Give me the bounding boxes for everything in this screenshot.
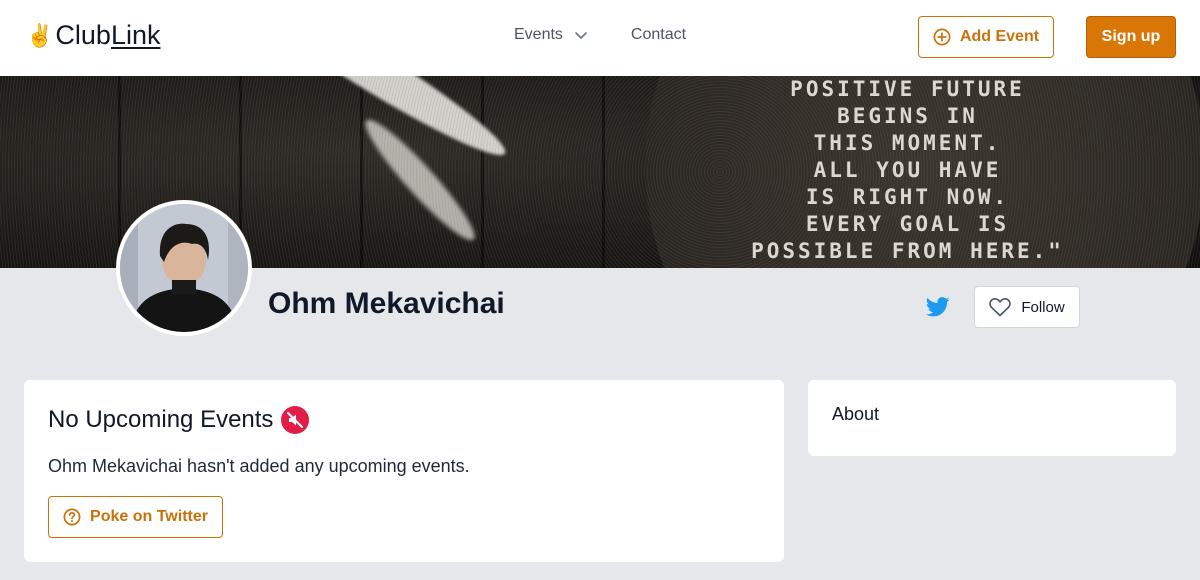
banner-quote: POSITIVE FUTURE BEGINS IN THIS MOMENT. A… — [735, 76, 1080, 265]
profile-avatar — [116, 200, 252, 336]
logo-text-link: Link — [110, 20, 161, 50]
profile-name: Ohm Mekavichai — [268, 287, 505, 320]
quote-line: POSITIVE FUTURE — [790, 77, 1025, 101]
events-card-title: No Upcoming Events — [48, 406, 310, 434]
heart-icon — [989, 298, 1012, 317]
poke-on-twitter-button[interactable]: Poke on Twitter — [48, 496, 223, 538]
muted-speaker-icon — [281, 406, 310, 434]
about-title: About — [832, 404, 880, 424]
question-circle-icon — [63, 508, 81, 526]
logo-text-club: Club — [55, 20, 111, 50]
chevron-down-icon — [575, 32, 587, 39]
sign-up-button[interactable]: Sign up — [1086, 16, 1176, 58]
quote-line: IS RIGHT NOW. — [805, 185, 1010, 209]
top-navigation-bar: ✌ Club Link Events Contact Add Event Sign… — [0, 0, 1200, 76]
victory-hand-icon: ✌ — [26, 22, 54, 48]
poke-label: Poke on Twitter — [90, 508, 208, 525]
add-event-label: Add Event — [959, 28, 1040, 45]
follow-button[interactable]: Follow — [974, 286, 1080, 328]
nav-events-dropdown[interactable]: Events — [514, 26, 589, 44]
nav-contact-link[interactable]: Contact — [631, 26, 686, 44]
nav-events-label: Events — [514, 26, 563, 43]
quote-line: THIS MOMENT. — [813, 131, 1002, 155]
plus-circle-icon — [933, 28, 951, 46]
events-title-text: No Upcoming Events — [48, 406, 274, 433]
main-nav: Events Contact — [514, 26, 686, 44]
follow-label: Follow — [1021, 298, 1065, 316]
twitter-icon[interactable] — [926, 296, 950, 318]
quote-line: EVERY GOAL IS — [805, 212, 1010, 236]
quote-line: BEGINS IN — [837, 104, 978, 128]
upcoming-events-card: No Upcoming Events Ohm Mekavichai hasn't… — [24, 380, 784, 562]
quote-line: ALL YOU HAVE — [813, 158, 1002, 182]
about-card: About — [808, 380, 1176, 456]
avatar-photo — [120, 204, 248, 332]
quote-line: POSSIBLE FROM HERE." — [751, 239, 1064, 263]
events-empty-message: Ohm Mekavichai hasn't added any upcoming… — [48, 456, 470, 476]
add-event-button[interactable]: Add Event — [918, 16, 1054, 58]
clublink-logo[interactable]: ✌ Club Link — [26, 20, 160, 51]
